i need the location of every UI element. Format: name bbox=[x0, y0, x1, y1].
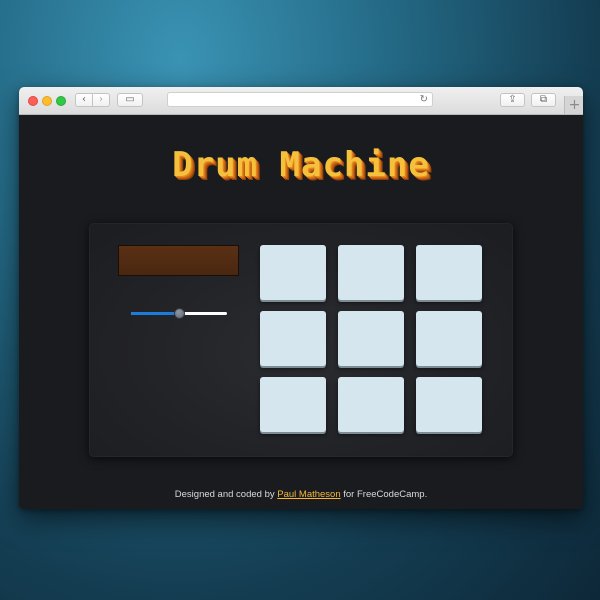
drum-pad[interactable] bbox=[338, 377, 404, 432]
tabs-icon: ⧉ bbox=[539, 94, 548, 105]
page-title: Drum Machine bbox=[172, 145, 430, 185]
chevron-left-icon: ‹ bbox=[82, 94, 86, 105]
sidebar-icon: ▭ bbox=[125, 94, 135, 105]
volume-fill bbox=[131, 312, 179, 315]
drum-pad[interactable] bbox=[338, 311, 404, 366]
show-tabs-button[interactable]: ⧉ bbox=[531, 93, 556, 107]
chevron-right-icon: › bbox=[99, 94, 103, 105]
plus-icon: + bbox=[568, 97, 581, 113]
browser-window: ‹ › ▭ ↻ ⇪ ⧉ + Drum Machine Designed and … bbox=[19, 87, 583, 509]
address-bar[interactable]: ↻ bbox=[167, 92, 433, 107]
drum-pad[interactable] bbox=[416, 377, 482, 432]
browser-toolbar: ‹ › ▭ ↻ ⇪ ⧉ + bbox=[19, 87, 583, 115]
drum-pad[interactable] bbox=[260, 377, 326, 432]
author-link[interactable]: Paul Matheson bbox=[277, 489, 340, 500]
drum-pad[interactable] bbox=[416, 311, 482, 366]
drum-pad[interactable] bbox=[260, 245, 326, 300]
sidebar-toggle-button[interactable]: ▭ bbox=[117, 93, 143, 107]
back-button[interactable]: ‹ bbox=[75, 93, 93, 107]
drum-pad[interactable] bbox=[260, 311, 326, 366]
page-content: Drum Machine Designed and coded by Paul … bbox=[19, 115, 583, 509]
sound-display bbox=[118, 245, 239, 276]
forward-button[interactable]: › bbox=[92, 93, 110, 107]
new-tab-button[interactable]: + bbox=[564, 96, 583, 114]
close-window-button[interactable] bbox=[28, 96, 38, 106]
minimize-window-button[interactable] bbox=[42, 96, 52, 106]
volume-thumb[interactable] bbox=[174, 308, 185, 319]
reload-icon[interactable]: ↻ bbox=[420, 93, 428, 106]
footer-prefix: Designed and coded by bbox=[174, 489, 278, 500]
zoom-window-button[interactable] bbox=[56, 96, 66, 106]
footer-suffix: for FreeCodeCamp. bbox=[340, 489, 428, 500]
footer-credit: Designed and coded by Paul Matheson for … bbox=[19, 489, 583, 500]
drum-machine-panel bbox=[89, 223, 513, 457]
volume-slider[interactable] bbox=[131, 304, 227, 324]
share-icon: ⇪ bbox=[508, 94, 517, 105]
drum-pad[interactable] bbox=[416, 245, 482, 300]
share-button[interactable]: ⇪ bbox=[500, 93, 525, 107]
drum-pad[interactable] bbox=[338, 245, 404, 300]
drum-pad-grid bbox=[260, 245, 483, 433]
